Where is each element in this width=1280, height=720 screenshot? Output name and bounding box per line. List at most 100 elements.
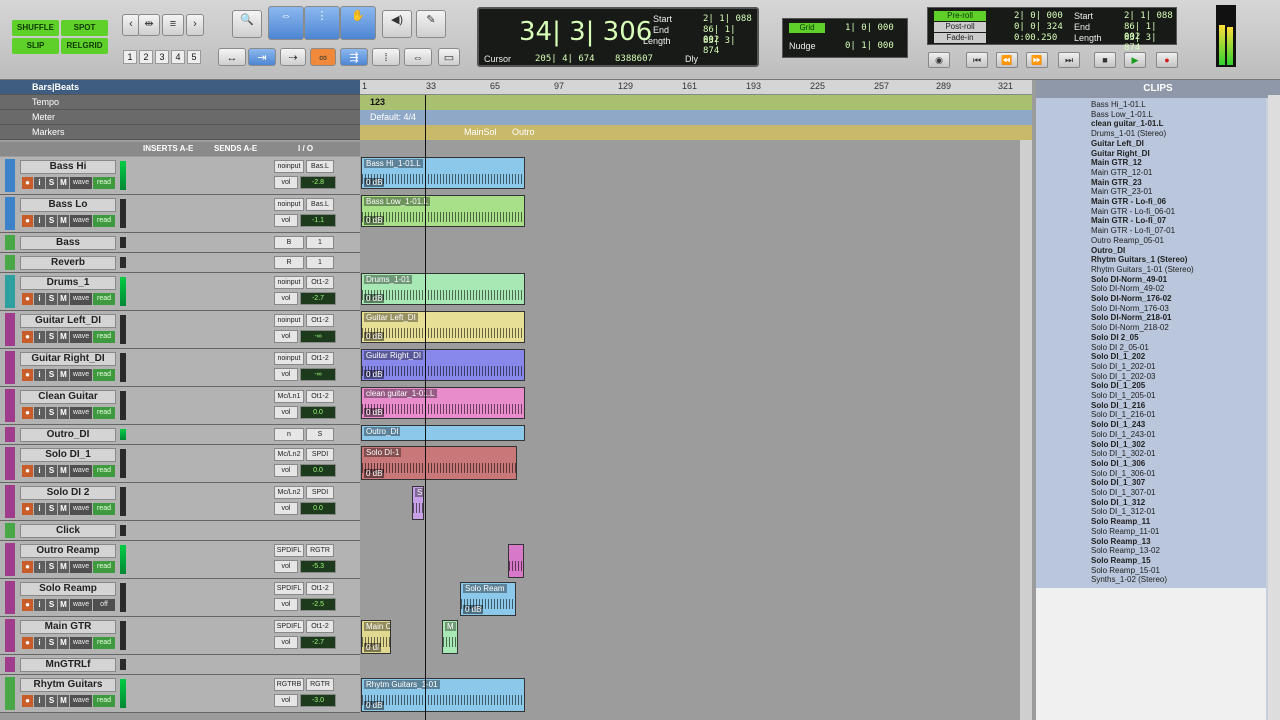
slip-mode-button[interactable]: SLIP — [12, 38, 59, 54]
vertical-zoom-icon[interactable]: ≡ — [162, 14, 184, 36]
track-row[interactable]: Reverb R 1 — [0, 253, 360, 273]
clip-list-item[interactable]: Bass Low_1-01.L — [1091, 110, 1153, 119]
clip-list-item[interactable]: Solo DI_1_202-01 — [1091, 362, 1156, 371]
clip-list-item[interactable]: Solo Reamp_11 — [1091, 517, 1150, 526]
clip-list-item[interactable]: Solo DI-Norm_49-01 — [1091, 275, 1167, 284]
input-selector[interactable]: n — [274, 428, 304, 441]
audio-clip[interactable]: Solo Ream 0 dB — [460, 582, 516, 616]
record-enable-button[interactable]: ● — [22, 215, 33, 227]
clip-gain[interactable]: 0 dB — [364, 701, 385, 710]
clip-list-item[interactable]: Guitar Left_DI — [1091, 139, 1144, 148]
track-name[interactable]: Outro_DI — [20, 428, 116, 442]
delay-label[interactable]: Dly — [685, 54, 698, 64]
tempo-value[interactable]: 123 — [370, 97, 385, 107]
automation-mode-selector[interactable]: read — [93, 503, 115, 515]
tempo-ruler[interactable]: 123 — [360, 95, 1032, 110]
playhead-cursor[interactable] — [425, 95, 426, 720]
track-name[interactable]: Bass — [20, 236, 116, 250]
audio-clip[interactable]: S — [412, 486, 424, 520]
clip-list-item[interactable]: Solo DI_1_216 — [1091, 401, 1145, 410]
track-view-selector[interactable]: wave — [70, 599, 92, 611]
clip-list-item[interactable]: Rhytm Guitars_1 (Stereo) — [1091, 255, 1187, 264]
clips-title[interactable]: CLIPS — [1036, 80, 1280, 98]
clip-list-item[interactable]: Solo DI_1_205 — [1091, 381, 1145, 390]
start-value[interactable]: 2| 1| 088 — [703, 14, 752, 24]
clip-list-item[interactable]: Main GTR_12-01 — [1091, 168, 1152, 177]
output-selector[interactable]: RGTR — [306, 678, 334, 691]
automation-mode-selector[interactable]: off — [93, 599, 115, 611]
input-selector[interactable]: noinput — [274, 160, 304, 173]
ruler-bars-beats[interactable]: Bars|Beats — [0, 80, 360, 95]
input-monitor-button[interactable]: i — [34, 637, 45, 649]
zoom-preset-3[interactable]: 3 — [155, 50, 169, 64]
online-icon[interactable]: ◉ — [928, 52, 950, 68]
track-row[interactable]: Bass Hi ● i S Mwave read noinput Bas.L vol -2.8 — [0, 157, 360, 195]
clip-gain[interactable]: 0 dB — [364, 178, 385, 187]
track-name[interactable]: MnGTRLf — [20, 658, 116, 672]
bars-ruler[interactable]: 1 33 65 97 129 161 193 225 257 289 321 — [360, 80, 1032, 95]
zoom-preset-2[interactable]: 2 — [139, 50, 153, 64]
clip-list-item[interactable]: Solo DI-Norm_218-02 — [1091, 323, 1169, 332]
selection-start-value[interactable]: 2| 1| 088 — [1124, 11, 1173, 21]
track-name[interactable]: Drums_1 — [20, 276, 116, 290]
track-row[interactable]: Rhytm Guitars ● i S Mwave read RGTRB RGTR vol -3.… — [0, 675, 360, 713]
audio-clip[interactable]: Drums_1-01 0 dB — [361, 273, 525, 305]
automation-mode-selector[interactable]: read — [93, 407, 115, 419]
output-selector[interactable]: 1 — [306, 236, 334, 249]
solo-button[interactable]: S — [46, 331, 57, 343]
clip-list-item[interactable]: Solo DI_1_307-01 — [1091, 488, 1156, 497]
screen-icon[interactable]: ▭ — [438, 48, 460, 66]
output-selector[interactable]: SPDI — [306, 486, 334, 499]
record-icon[interactable]: ● — [1156, 52, 1178, 68]
volume-value[interactable]: -∞ — [300, 368, 336, 381]
solo-button[interactable]: S — [46, 637, 57, 649]
grabber-tool-icon[interactable]: ✋ — [340, 6, 376, 40]
ruler-tempo[interactable]: Tempo — [0, 95, 360, 110]
output-selector[interactable]: Bas.L — [306, 198, 334, 211]
audio-clip[interactable] — [508, 544, 524, 578]
track-name[interactable]: Bass Lo — [20, 198, 116, 212]
post-roll-value[interactable]: 0| 0| 324 — [1014, 22, 1063, 32]
clip-list-item[interactable]: Main GTR_23-01 — [1091, 187, 1152, 196]
input-monitor-button[interactable]: i — [34, 293, 45, 305]
solo-button[interactable]: S — [46, 561, 57, 573]
scrubber-tool-icon[interactable]: ◀) — [382, 10, 412, 38]
clip-gain[interactable]: 0 dB — [364, 370, 385, 379]
volume-value[interactable]: -1.1 — [300, 214, 336, 227]
clip-list-item[interactable]: clean guitar_1-01.L — [1091, 119, 1163, 128]
output-selector[interactable]: Ot1-2 — [306, 390, 334, 403]
clip-gain[interactable]: 0 dB — [364, 216, 385, 225]
input-monitor-button[interactable]: i — [34, 215, 45, 227]
output-selector[interactable]: RGTR — [306, 544, 334, 557]
input-monitor-button[interactable]: i — [34, 331, 45, 343]
audio-clip[interactable]: Guitar Left_DI 0 dB — [361, 311, 525, 343]
link-track-icon[interactable]: ⇢ — [280, 48, 306, 66]
input-monitor-button[interactable]: i — [34, 177, 45, 189]
clip-list-item[interactable]: Rhytm Guitars_1-01 (Stereo) — [1091, 265, 1194, 274]
audio-clip[interactable]: M — [442, 620, 458, 654]
clip-list-item[interactable]: Main GTR_12 — [1091, 158, 1142, 167]
clip-list-item[interactable]: Solo DI_1_302 — [1091, 440, 1145, 449]
clip-list-item[interactable]: Solo DI-Norm_49-02 — [1091, 284, 1164, 293]
zoom-preset-1[interactable]: 1 — [123, 50, 137, 64]
clip-gain[interactable]: 0 dB — [364, 469, 385, 478]
tab-to-transients-icon[interactable]: ↔ — [218, 48, 246, 66]
track-row[interactable]: Outro Reamp ● i S Mwave read SPDIFL RGTR vol -5.3 — [0, 541, 360, 579]
volume-value[interactable]: -2.7 — [300, 636, 336, 649]
track-name[interactable]: Clean Guitar — [20, 390, 116, 404]
track-name[interactable]: Solo DI_1 — [20, 448, 116, 462]
record-enable-button[interactable]: ● — [22, 637, 33, 649]
track-view-selector[interactable]: wave — [70, 177, 92, 189]
input-monitor-button[interactable]: i — [34, 695, 45, 707]
record-enable-button[interactable]: ● — [22, 695, 33, 707]
automation-mode-selector[interactable]: read — [93, 369, 115, 381]
record-enable-button[interactable]: ● — [22, 293, 33, 305]
mute-button[interactable]: M — [58, 407, 69, 419]
grid-value[interactable]: 1| 0| 000 — [845, 23, 894, 33]
automation-mode-selector[interactable]: read — [93, 215, 115, 227]
output-selector[interactable]: 1 — [306, 256, 334, 269]
automation-mode-selector[interactable]: read — [93, 637, 115, 649]
pre-roll-button[interactable]: Pre-roll — [934, 11, 986, 21]
track-name[interactable]: Guitar Left_DI — [20, 314, 116, 328]
mute-button[interactable]: M — [58, 695, 69, 707]
